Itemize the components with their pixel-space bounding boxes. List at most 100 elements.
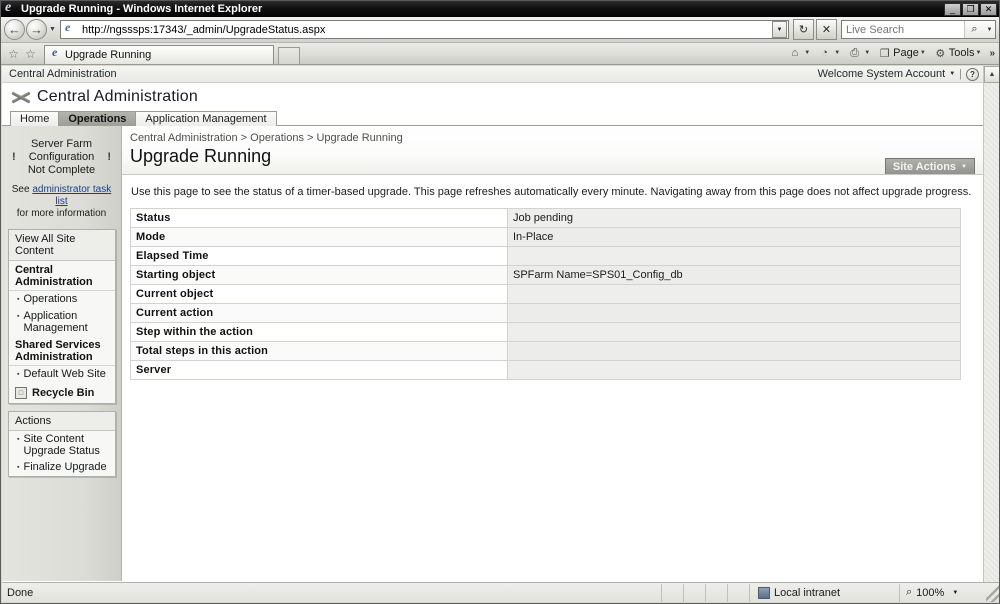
window-titlebar: Upgrade Running - Windows Internet Explo… (1, 1, 999, 17)
nav-item-application-management[interactable]: ▪ Application Management (9, 308, 115, 336)
search-icon[interactable]: ⌕ (964, 21, 984, 38)
farm-configuration-warning: ! ! Server Farm Configuration Not Comple… (2, 134, 121, 179)
new-tab-button[interactable] (278, 47, 300, 64)
page-body: ! ! Server Farm Configuration Not Comple… (2, 126, 983, 581)
bullet-icon: ▪ (17, 371, 20, 378)
address-bar[interactable]: http://ngsssps:17343/_admin/UpgradeStatu… (60, 20, 789, 39)
printer-icon: ⎙ (850, 46, 860, 59)
scroll-up-button[interactable]: ▲ (984, 66, 999, 83)
browser-window: Upgrade Running - Windows Internet Explo… (0, 0, 1000, 604)
search-input[interactable] (842, 22, 964, 37)
table-row: Current object (130, 284, 961, 304)
chevron-down-icon[interactable]: ▼ (952, 590, 958, 596)
browser-navigation-bar: ← → ▼ http://ngsssps:17343/_admin/Upgrad… (1, 17, 999, 43)
row-value (507, 360, 961, 380)
farm-warning-line-1: Server Farm (30, 138, 93, 150)
tab-application-management[interactable]: Application Management (135, 111, 277, 126)
refresh-button[interactable]: ↻ (793, 19, 814, 40)
central-administration-logo-icon (10, 87, 32, 107)
row-label: Current action (130, 303, 508, 323)
table-row: Starting object SPFarm Name=SPS01_Config… (130, 265, 961, 285)
row-value: SPFarm Name=SPS01_Config_db (507, 265, 961, 285)
feeds-button[interactable]: ◔ ▼ (815, 44, 844, 62)
restore-button[interactable]: ❐ (962, 2, 979, 16)
print-button[interactable]: ⎙ ▼ (845, 44, 874, 62)
browser-tab-upgrade-running[interactable]: Upgrade Running (44, 45, 274, 64)
row-value: Job pending (507, 208, 961, 228)
address-bar-url: http://ngsssps:17343/_admin/UpgradeStatu… (82, 23, 326, 36)
left-navigation: ! ! Server Farm Configuration Not Comple… (2, 126, 122, 581)
tab-operations[interactable]: Operations (58, 111, 137, 126)
forward-button[interactable]: → (26, 19, 47, 40)
zoom-level-label: 100% (916, 586, 945, 599)
chevron-down-icon: ▼ (864, 50, 871, 56)
tab-list: Upgrade Running (44, 43, 300, 64)
row-value (507, 303, 961, 323)
top-navigation-tabs: Home Operations Application Management (2, 110, 983, 126)
welcome-menu[interactable]: Welcome System Account (818, 68, 946, 80)
status-cell (728, 583, 750, 602)
nav-item-default-web-site[interactable]: ▪ Default Web Site (9, 366, 115, 383)
page-vertical-scrollbar[interactable]: ▲ (983, 66, 999, 583)
close-button[interactable]: ✕ (980, 2, 997, 16)
row-label: Starting object (130, 265, 508, 285)
farm-warning-line-3: Not Complete (27, 164, 96, 176)
tools-menu-label: Tools (948, 47, 975, 59)
zoom-control[interactable]: ⌕ 100% ▼ (900, 584, 986, 602)
favorites-center-icon[interactable]: ☆ (22, 44, 39, 64)
page-menu-button[interactable]: ❐ Page ▼ (875, 44, 930, 62)
table-row: Status Job pending (130, 208, 961, 228)
breadcrumb: Central Administration > Operations > Up… (130, 132, 403, 144)
command-bar-overflow-icon[interactable]: » (986, 48, 995, 59)
stop-button[interactable]: ✕ (816, 19, 837, 40)
separator: | (959, 68, 962, 80)
nav-group-heading-central-administration: Central Administration (9, 261, 115, 291)
quicklaunch-box: View All Site Content Central Administra… (8, 229, 116, 404)
table-row: Server (130, 360, 961, 380)
search-provider-dropdown-icon[interactable]: ▼ (984, 21, 995, 38)
search-box[interactable]: ⌕ ▼ (841, 20, 996, 39)
tab-home[interactable]: Home (10, 111, 60, 126)
back-button[interactable]: ← (4, 19, 25, 40)
row-value (507, 341, 961, 361)
page-favicon-icon (63, 20, 79, 38)
chevron-down-icon: ▼ (804, 50, 811, 56)
add-to-favorites-icon[interactable]: ☆ (5, 44, 22, 64)
recycle-bin-link[interactable]: □ Recycle Bin (9, 383, 115, 403)
site-header: Central Administration (2, 83, 983, 110)
bullet-icon: ▪ (17, 313, 20, 320)
chevron-down-icon: ▼ (961, 163, 967, 170)
actions-box: Actions ▪ Site Content Upgrade Status ▪ … (8, 411, 116, 477)
tools-menu-button[interactable]: ⚙ Tools ▼ (931, 44, 986, 62)
row-value (507, 284, 961, 304)
page-icon: ❐ (879, 47, 890, 60)
nav-item-site-content-upgrade-status[interactable]: ▪ Site Content Upgrade Status (9, 431, 115, 459)
nav-item-finalize-upgrade[interactable]: ▪ Finalize Upgrade (9, 459, 115, 476)
window-title: Upgrade Running - Windows Internet Explo… (21, 3, 263, 15)
recycle-bin-label: Recycle Bin (32, 387, 95, 399)
administrator-task-list-link[interactable]: administrator task list (32, 184, 111, 207)
minimize-button[interactable]: _ (944, 2, 961, 16)
sharepoint-global-bar: Central Administration Welcome System Ac… (2, 66, 983, 83)
view-all-site-content-link[interactable]: View All Site Content (9, 230, 115, 261)
row-label: Elapsed Time (130, 246, 508, 266)
row-value: In-Place (507, 227, 961, 247)
page-document: Central Administration Welcome System Ac… (2, 66, 983, 583)
resize-grip[interactable] (986, 583, 999, 602)
home-button[interactable]: ⌂ ▼ (785, 44, 814, 62)
internet-explorer-icon (5, 1, 17, 16)
history-dropdown-icon[interactable]: ▼ (47, 26, 58, 33)
help-icon[interactable]: ? (966, 67, 979, 81)
nav-group-heading-shared-services-administration: Shared Services Administration (9, 336, 115, 366)
row-label: Server (130, 360, 508, 380)
window-controls: _ ❐ ✕ (944, 2, 997, 16)
security-zone-indicator[interactable]: Local intranet (750, 583, 900, 602)
chevron-down-icon[interactable]: ▼ (949, 71, 955, 77)
warning-icon-left: ! (12, 151, 16, 163)
browser-status-bar: Done Local intranet ⌕ 100% ▼ (2, 582, 999, 602)
address-dropdown-icon[interactable]: ▼ (772, 21, 787, 38)
nav-item-operations[interactable]: ▪ Operations (9, 291, 115, 308)
scrollbar-track[interactable] (984, 83, 999, 583)
site-actions-button[interactable]: Site Actions ▼ (884, 158, 975, 174)
local-intranet-icon (758, 586, 770, 599)
